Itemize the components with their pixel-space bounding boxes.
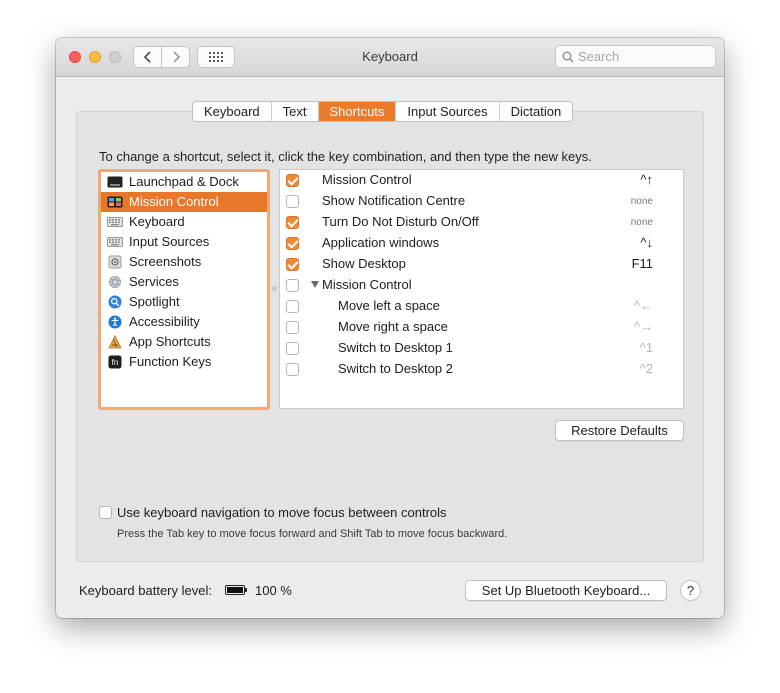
shortcut-label: Mission Control [322, 277, 412, 292]
shortcut-label: Move left a space [338, 298, 440, 313]
shortcut-label: Mission Control [322, 172, 412, 187]
shortcut-row[interactable]: Show Notification Centre none [280, 191, 683, 212]
mission-control-icon [107, 195, 123, 209]
fn-key-icon: fn [107, 355, 123, 369]
tab-dictation[interactable]: Dictation [500, 102, 573, 121]
svg-text:fn: fn [112, 358, 119, 367]
shortcut-row[interactable]: Move right a space ^→ [280, 317, 683, 338]
keyboard-navigation-checkbox[interactable] [99, 506, 112, 519]
category-label: Services [129, 274, 179, 289]
category-item-services[interactable]: Services [101, 272, 267, 292]
shortcut-checkbox[interactable] [286, 216, 299, 229]
category-label: Function Keys [129, 354, 212, 369]
split-view-divider[interactable] [272, 286, 277, 291]
shortcut-key[interactable]: ^1 [640, 340, 653, 355]
launchpad-dock-icon [107, 175, 123, 189]
shortcut-checkbox[interactable] [286, 279, 299, 292]
set-up-bluetooth-keyboard-button[interactable]: Set Up Bluetooth Keyboard... [465, 580, 667, 601]
category-label: Keyboard [129, 214, 185, 229]
category-item-keyboard[interactable]: Keyboard [101, 212, 267, 232]
category-item-input-sources[interactable]: Input Sources [101, 232, 267, 252]
search-icon [562, 51, 574, 63]
category-label: Screenshots [129, 254, 202, 269]
keyboard-preferences-window: Keyboard Keyboard Text Shortcuts Input S… [56, 38, 724, 618]
tab-keyboard[interactable]: Keyboard [193, 102, 272, 121]
search-input[interactable] [578, 48, 710, 64]
battery-icon [225, 585, 247, 595]
category-item-accessibility[interactable]: Accessibility [101, 312, 267, 332]
tab-bar: Keyboard Text Shortcuts Input Sources Di… [192, 101, 574, 122]
shortcut-key[interactable]: ^→ [634, 319, 653, 334]
category-label: App Shortcuts [129, 334, 211, 349]
category-label: Mission Control [129, 194, 219, 209]
keyboard-icon [107, 215, 123, 229]
battery-level-label: Keyboard battery level: [79, 583, 212, 598]
category-item-spotlight[interactable]: Spotlight [101, 292, 267, 312]
shortcut-row[interactable]: Application windows ^↓ [280, 233, 683, 254]
tab-shortcuts[interactable]: Shortcuts [318, 102, 397, 121]
accessibility-icon [107, 315, 123, 329]
category-label: Accessibility [129, 314, 200, 329]
app-shortcuts-icon [107, 335, 123, 349]
input-sources-icon [107, 235, 123, 249]
shortcut-checkbox[interactable] [286, 363, 299, 376]
shortcut-label: Show Desktop [322, 256, 406, 271]
shortcut-checkbox[interactable] [286, 174, 299, 187]
shortcut-key[interactable]: none [631, 217, 653, 228]
help-button[interactable]: ? [680, 580, 701, 601]
shortcut-row[interactable]: Show Desktop F11 [280, 254, 683, 275]
shortcut-label: Switch to Desktop 1 [338, 340, 453, 355]
gear-icon [107, 275, 123, 289]
shortcut-key[interactable]: ^↑ [640, 172, 653, 187]
shortcut-key[interactable]: ^← [634, 298, 653, 313]
screenshots-icon [107, 255, 123, 269]
shortcut-checkbox[interactable] [286, 321, 299, 334]
category-item-launchpad-dock[interactable]: Launchpad & Dock [101, 172, 267, 192]
shortcut-row[interactable]: Mission Control ^↑ [280, 170, 683, 191]
disclosure-triangle-icon[interactable] [311, 281, 319, 288]
shortcut-checkbox[interactable] [286, 342, 299, 355]
shortcut-key[interactable]: ^2 [640, 361, 653, 376]
shortcut-list[interactable]: Mission Control ^↑ Show Notification Cen… [279, 169, 684, 409]
shortcut-group-row[interactable]: Mission Control [280, 275, 683, 296]
category-list[interactable]: Launchpad & Dock Mission Control Keyboar… [98, 169, 270, 410]
battery-level-value: 100 % [255, 583, 292, 598]
shortcut-key[interactable]: F11 [632, 256, 653, 271]
shortcut-label: Move right a space [338, 319, 448, 334]
shortcut-row[interactable]: Switch to Desktop 1 ^1 [280, 338, 683, 359]
instruction-text: To change a shortcut, select it, click t… [99, 149, 592, 164]
category-label: Spotlight [129, 294, 180, 309]
shortcut-checkbox[interactable] [286, 300, 299, 313]
spotlight-icon [107, 295, 123, 309]
shortcut-label: Turn Do Not Disturb On/Off [322, 214, 479, 229]
shortcut-checkbox[interactable] [286, 195, 299, 208]
category-item-screenshots[interactable]: Screenshots [101, 252, 267, 272]
tab-text[interactable]: Text [272, 102, 319, 121]
shortcut-row[interactable]: Turn Do Not Disturb On/Off none [280, 212, 683, 233]
search-field[interactable] [555, 45, 716, 68]
shortcut-label: Show Notification Centre [322, 193, 466, 208]
shortcut-row[interactable]: Move left a space ^← [280, 296, 683, 317]
category-item-app-shortcuts[interactable]: App Shortcuts [101, 332, 267, 352]
shortcut-key[interactable]: none [631, 196, 653, 207]
category-item-function-keys[interactable]: fn Function Keys [101, 352, 267, 372]
keyboard-navigation-label[interactable]: Use keyboard navigation to move focus be… [117, 505, 447, 520]
restore-defaults-button[interactable]: Restore Defaults [555, 420, 684, 441]
shortcut-key[interactable]: ^↓ [640, 235, 653, 250]
shortcut-checkbox[interactable] [286, 258, 299, 271]
shortcut-label: Application windows [322, 235, 440, 250]
category-label: Launchpad & Dock [129, 174, 239, 189]
category-label: Input Sources [129, 234, 210, 249]
title-bar: Keyboard [56, 38, 724, 77]
shortcut-group-label-wrap: Mission Control [311, 277, 412, 292]
shortcut-checkbox[interactable] [286, 237, 299, 250]
category-item-mission-control[interactable]: Mission Control [101, 192, 267, 212]
tab-input-sources[interactable]: Input Sources [396, 102, 500, 121]
keyboard-navigation-hint: Press the Tab key to move focus forward … [117, 528, 508, 540]
shortcut-row[interactable]: Switch to Desktop 2 ^2 [280, 359, 683, 380]
shortcut-label: Switch to Desktop 2 [338, 361, 453, 376]
